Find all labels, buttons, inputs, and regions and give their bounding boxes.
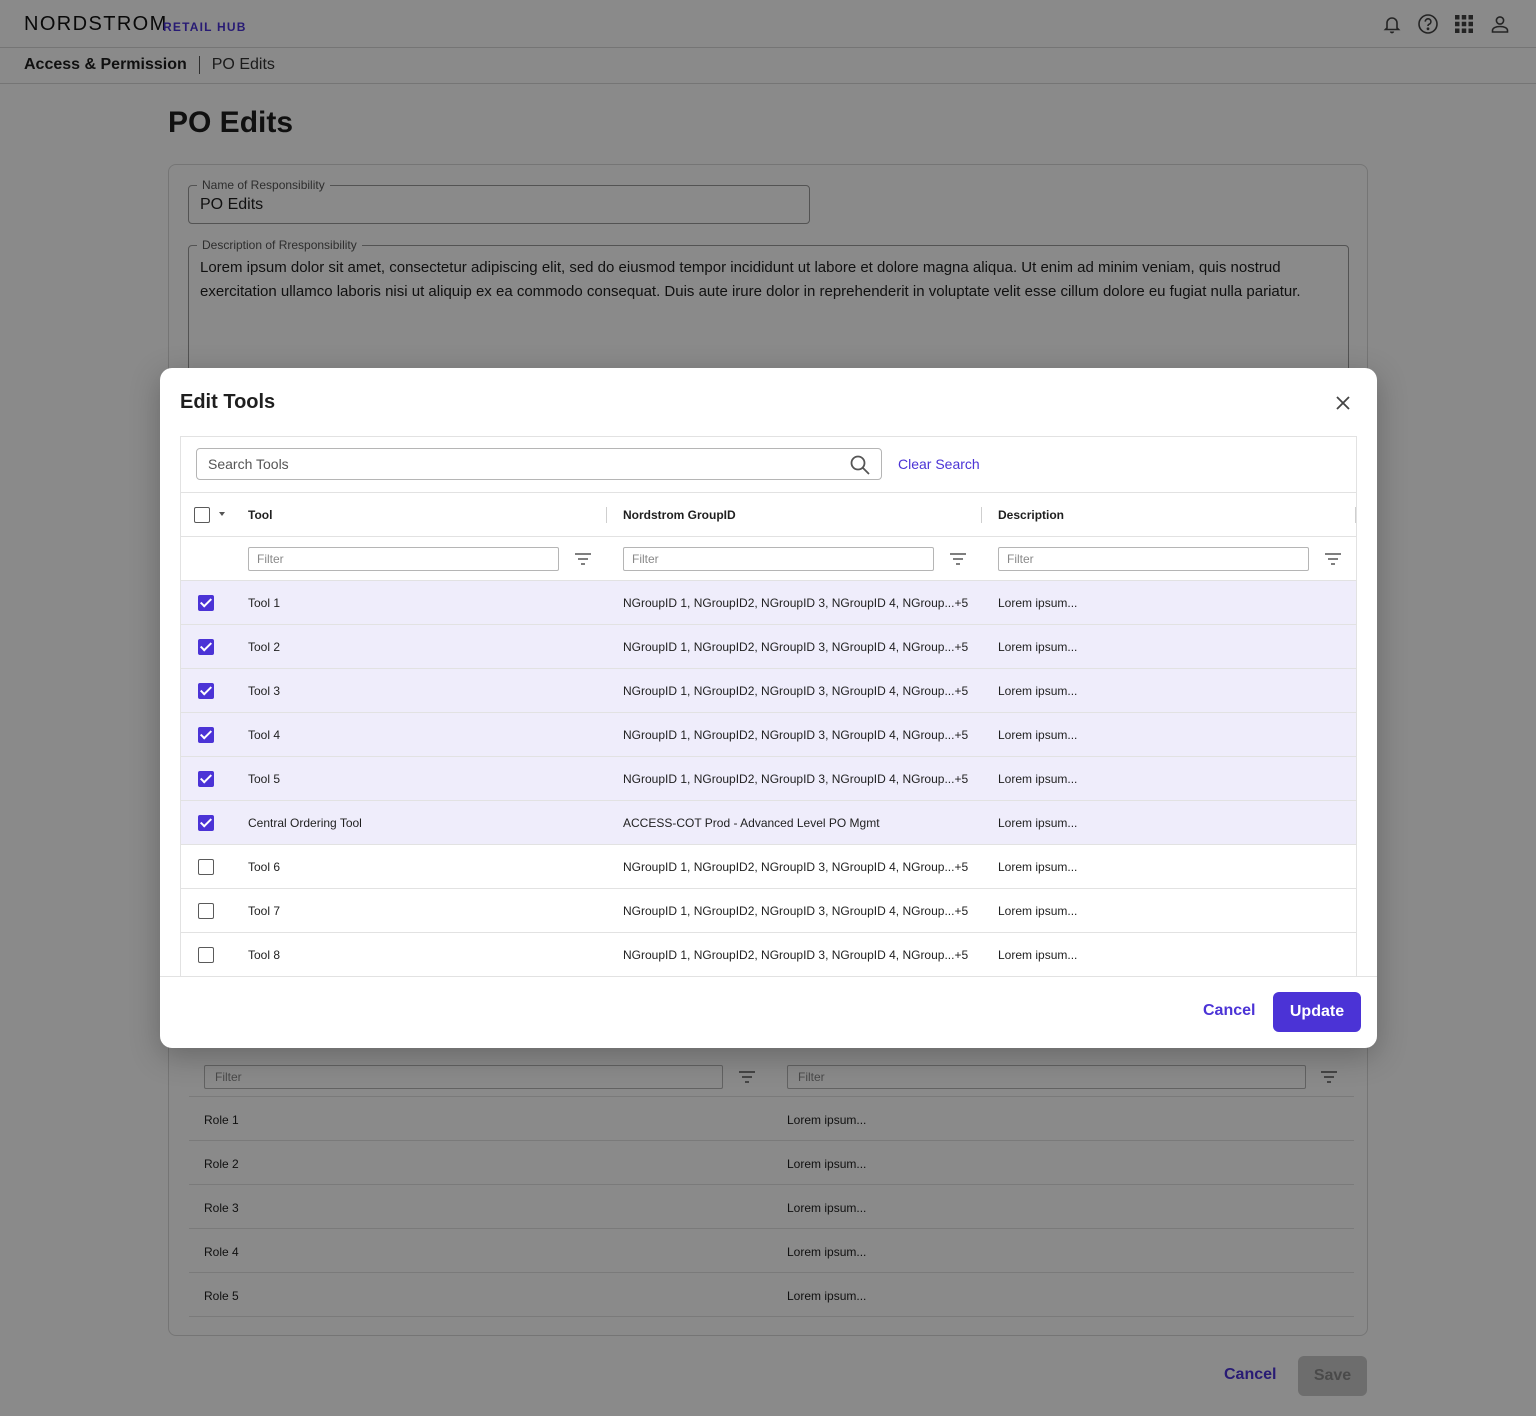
tool-groupid: NGroupID 1, NGroupID2, NGroupID 3, NGrou… [623,640,969,654]
grid-header: Tool Nordstrom GroupID Description [181,493,1356,537]
tool-description: Lorem ipsum... [998,904,1078,918]
tool-groupid: NGroupID 1, NGroupID2, NGroupID 3, NGrou… [623,860,969,874]
table-row[interactable]: Tool 6 NGroupID 1, NGroupID2, NGroupID 3,… [181,845,1356,889]
tool-groupid: NGroupID 1, NGroupID2, NGroupID 3, NGrou… [623,728,969,742]
grid-filter-row: Filter Filter Filter [181,537,1356,581]
modal-cancel-button[interactable]: Cancel [1203,1002,1255,1020]
tool-groupid: ACCESS-COT Prod - Advanced Level PO Mgmt [623,816,880,830]
description-filter-input[interactable]: Filter [998,547,1309,571]
modal-footer-divider [160,976,1377,977]
tool-name: Tool 1 [248,596,281,610]
row-checkbox[interactable] [198,727,214,743]
tool-filter-input[interactable]: Filter [248,547,559,571]
row-checkbox[interactable] [198,903,214,919]
tool-groupid: NGroupID 1, NGroupID2, NGroupID 3, NGrou… [623,684,969,698]
filter-icon[interactable] [948,549,968,569]
tool-name: Tool 8 [248,948,281,962]
column-resize-handle[interactable] [606,507,607,523]
tool-groupid: NGroupID 1, NGroupID2, NGroupID 3, NGrou… [623,904,969,918]
column-header-tool[interactable]: Tool [248,508,272,522]
table-row[interactable]: Central Ordering Tool ACCESS-COT Prod - A… [181,801,1356,845]
select-all-checkbox[interactable] [194,507,210,523]
tools-grid: Clear Search Tool Nordstrom GroupID Desc… [180,436,1357,976]
table-row[interactable]: Tool 2 NGroupID 1, NGroupID2, NGroupID 3,… [181,625,1356,669]
row-checkbox[interactable] [198,683,214,699]
row-checkbox[interactable] [198,771,214,787]
row-checkbox[interactable] [198,815,214,831]
tool-name: Central Ordering Tool [248,816,362,830]
tool-groupid: NGroupID 1, NGroupID2, NGroupID 3, NGrou… [623,772,969,786]
table-row[interactable]: Tool 5 NGroupID 1, NGroupID2, NGroupID 3,… [181,757,1356,801]
column-header-groupid[interactable]: Nordstrom GroupID [623,508,736,522]
row-checkbox[interactable] [198,595,214,611]
tool-description: Lorem ipsum... [998,860,1078,874]
table-row[interactable]: Tool 8 NGroupID 1, NGroupID2, NGroupID 3,… [181,933,1356,976]
modal-title: Edit Tools [180,391,276,413]
tool-description: Lorem ipsum... [998,728,1078,742]
tool-name: Tool 2 [248,640,281,654]
tool-name: Tool 3 [248,684,281,698]
tool-description: Lorem ipsum... [998,816,1078,830]
table-row[interactable]: Tool 4 NGroupID 1, NGroupID2, NGroupID 3,… [181,713,1356,757]
tool-name: Tool 5 [248,772,281,786]
column-resize-handle[interactable] [1355,507,1356,523]
search-box [196,448,882,480]
table-row[interactable]: Tool 3 NGroupID 1, NGroupID2, NGroupID 3,… [181,669,1356,713]
tool-groupid: NGroupID 1, NGroupID2, NGroupID 3, NGrou… [623,596,969,610]
search-input[interactable] [198,450,838,478]
search-icon[interactable] [849,454,871,476]
tool-description: Lorem ipsum... [998,596,1078,610]
filter-icon[interactable] [573,549,593,569]
edit-tools-modal: Edit Tools Clear Search Tool Nordstrom G… [160,368,1377,1048]
close-icon[interactable] [1332,392,1354,414]
tool-groupid: NGroupID 1, NGroupID2, NGroupID 3, NGrou… [623,948,969,962]
tool-description: Lorem ipsum... [998,772,1078,786]
tool-description: Lorem ipsum... [998,948,1078,962]
modal-update-button[interactable]: Update [1273,992,1361,1032]
table-row[interactable]: Tool 7 NGroupID 1, NGroupID2, NGroupID 3,… [181,889,1356,933]
filter-icon[interactable] [1323,549,1343,569]
groupid-filter-input[interactable]: Filter [623,547,934,571]
chevron-down-icon[interactable] [219,512,225,516]
tool-name: Tool 4 [248,728,281,742]
tool-name: Tool 6 [248,860,281,874]
row-checkbox[interactable] [198,947,214,963]
tool-name: Tool 7 [248,904,281,918]
grid-toolbar: Clear Search [181,437,1356,493]
tool-description: Lorem ipsum... [998,640,1078,654]
column-resize-handle[interactable] [981,507,982,523]
tool-description: Lorem ipsum... [998,684,1078,698]
tools-rows: Tool 1 NGroupID 1, NGroupID2, NGroupID 3,… [181,581,1356,976]
table-row[interactable]: Tool 1 NGroupID 1, NGroupID2, NGroupID 3,… [181,581,1356,625]
column-header-description[interactable]: Description [998,508,1064,522]
clear-search-link[interactable]: Clear Search [898,456,980,472]
row-checkbox[interactable] [198,859,214,875]
row-checkbox[interactable] [198,639,214,655]
